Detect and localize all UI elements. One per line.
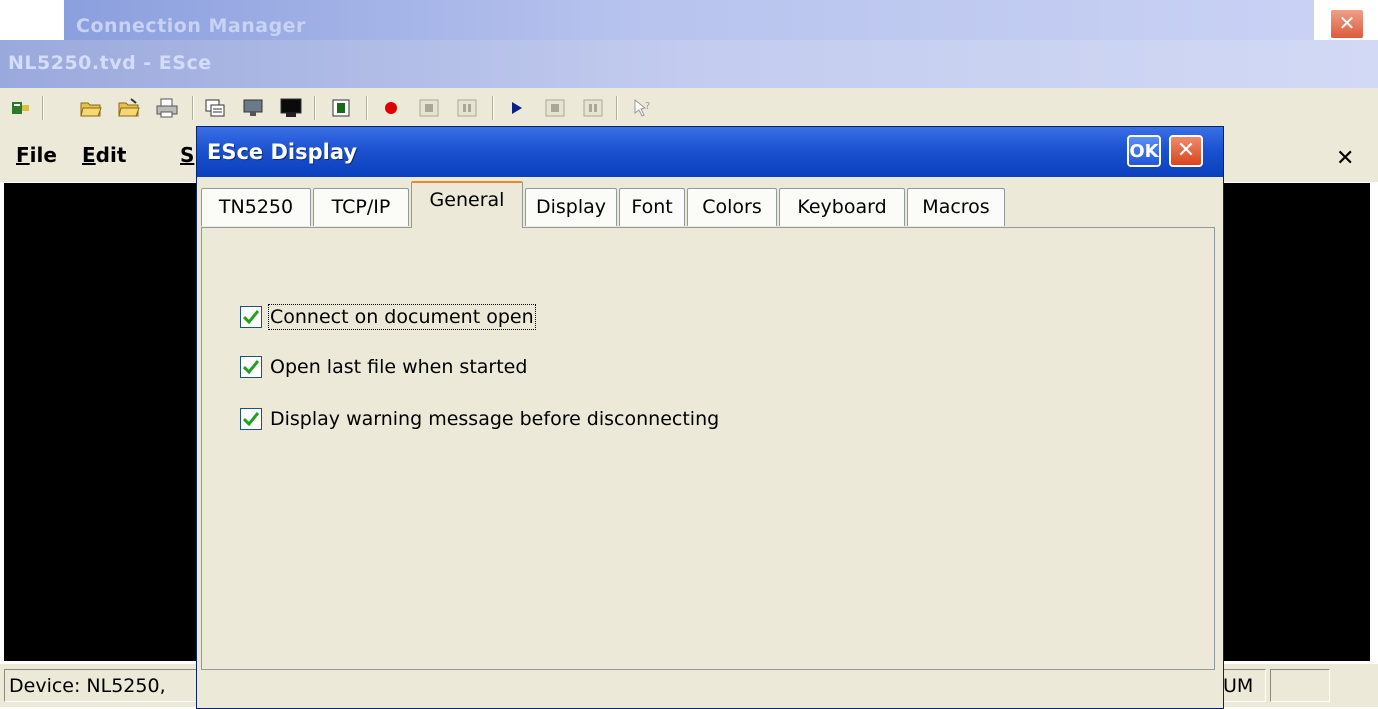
menu-edit[interactable]: Edit — [82, 143, 126, 167]
open-folder-icon[interactable] — [80, 97, 102, 119]
tab-font[interactable]: Font — [619, 188, 685, 226]
print-icon[interactable] — [156, 97, 178, 119]
tab-tn5250[interactable]: TN5250 — [201, 188, 311, 226]
checkmark-icon — [243, 360, 259, 374]
connect-icon[interactable] — [10, 97, 32, 119]
menu-file[interactable]: File — [16, 143, 57, 167]
tab-tcpip[interactable]: TCP/IP — [313, 188, 409, 226]
pause-icon[interactable] — [456, 97, 478, 119]
display-icon[interactable] — [280, 97, 302, 119]
checkmark-icon — [243, 412, 259, 426]
chip-icon[interactable] — [330, 97, 352, 119]
open-last-file-checkbox[interactable] — [240, 356, 262, 378]
status-num: UM — [1218, 669, 1266, 702]
status-device: Device: NL5250, — [4, 669, 214, 702]
menu-s[interactable]: S — [180, 143, 194, 167]
warn-before-disconnect-checkbox[interactable] — [240, 408, 262, 430]
checkmark-icon — [243, 310, 259, 324]
main-window-titlebar[interactable]: NL5250.tvd - ESce — [0, 40, 1378, 88]
stop-2-icon[interactable] — [544, 97, 566, 119]
option-connect-on-open[interactable]: Connect on document open — [240, 302, 536, 332]
connect-on-open-checkbox[interactable] — [240, 306, 262, 328]
option-warn-before-disconnect[interactable]: Display warning message before disconnec… — [240, 404, 719, 434]
connect-on-open-label: Connect on document open — [268, 304, 536, 330]
tab-keyboard[interactable]: Keyboard — [779, 188, 905, 226]
status-empty-pane — [1270, 669, 1330, 702]
open-folder-2-icon[interactable] — [118, 97, 140, 119]
disconnect-icon[interactable] — [242, 97, 264, 119]
pause-2-icon[interactable] — [582, 97, 604, 119]
main-window-title: NL5250.tvd - ESce — [8, 52, 212, 74]
connection-manager-close-button[interactable]: ✕ — [1330, 9, 1364, 39]
record-icon[interactable] — [380, 97, 402, 119]
play-icon[interactable] — [506, 97, 528, 119]
tab-display[interactable]: Display — [525, 188, 617, 226]
tab-macros[interactable]: Macros — [907, 188, 1005, 226]
connection-manager-title: Connection Manager — [76, 15, 306, 37]
main-toolbar: ? — [0, 88, 1378, 129]
dialog-title: ESce Display — [207, 140, 358, 164]
main-window-close-button[interactable]: ✕ — [1336, 146, 1354, 171]
warn-before-disconnect-label: Display warning message before disconnec… — [270, 408, 720, 430]
option-open-last-file[interactable]: Open last file when started — [240, 352, 527, 382]
ok-button[interactable]: OK — [1127, 135, 1161, 167]
tab-colors[interactable]: Colors — [687, 188, 777, 226]
svg-text:?: ? — [645, 101, 650, 112]
copy-screen-icon[interactable] — [204, 97, 226, 119]
connection-manager-titlebar[interactable]: Connection Manager ✕ — [64, 0, 1364, 40]
help-icon[interactable]: ? — [632, 97, 654, 119]
stop-icon[interactable] — [418, 97, 440, 119]
dialog-tabs: TN5250 TCP/IP General Display Font Color… — [197, 177, 1223, 229]
open-last-file-label: Open last file when started — [270, 356, 528, 378]
dialog-close-button[interactable]: ✕ — [1169, 135, 1203, 167]
esce-display-dialog: ESce Display OK ✕ TN5250 TCP/IP General … — [196, 126, 1224, 709]
general-tab-panel: Connect on document open Open last file … — [201, 227, 1215, 670]
dialog-titlebar[interactable]: ESce Display OK ✕ — [197, 127, 1223, 177]
tab-general[interactable]: General — [411, 181, 523, 228]
